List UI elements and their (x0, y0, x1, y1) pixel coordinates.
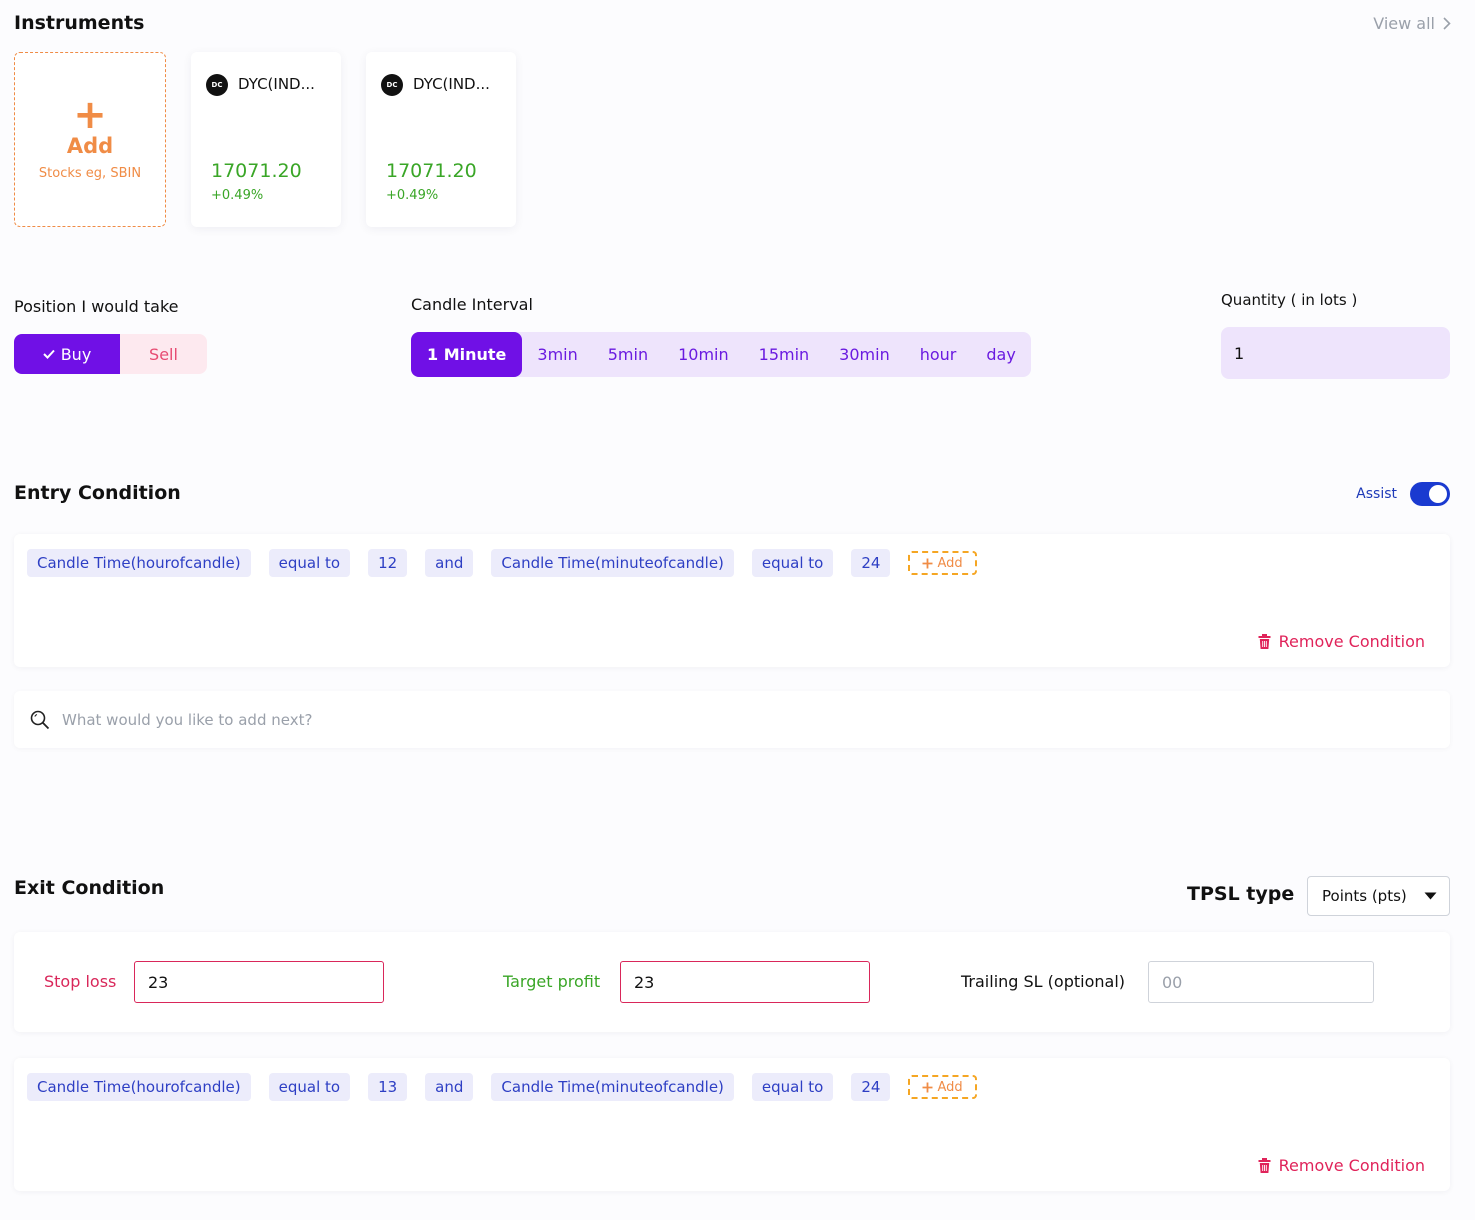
instrument-card[interactable]: DC DYC(IND... 17071.20 +0.49% (191, 52, 341, 227)
entry-condition-panel: Candle Time(hourofcandle) equal to 12 an… (14, 534, 1450, 667)
condition-chip-value[interactable]: 24 (851, 549, 891, 577)
chevron-right-icon (1443, 17, 1451, 30)
interval-1-minute[interactable]: 1 Minute (411, 332, 523, 377)
condition-chip-value[interactable]: 24 (851, 1073, 891, 1101)
condition-chip-indicator[interactable]: Candle Time(hourofcandle) (27, 549, 251, 577)
plus-icon: + (73, 92, 107, 138)
interval-day[interactable]: day (971, 332, 1030, 377)
add-instrument-hint: Stocks eg, SBIN (38, 166, 142, 181)
condition-chip-value[interactable]: 13 (368, 1073, 408, 1101)
instrument-logo-icon: DC (381, 74, 403, 96)
interval-15min[interactable]: 15min (744, 332, 825, 377)
sell-button[interactable]: Sell (120, 334, 207, 374)
condition-chip-logic[interactable]: and (425, 1073, 474, 1101)
tpsl-panel: Stop loss Target profit Trailing SL (opt… (14, 932, 1450, 1032)
instrument-logo-icon: DC (206, 74, 228, 96)
condition-chip-indicator[interactable]: Candle Time(hourofcandle) (27, 1073, 251, 1101)
view-all-link[interactable]: View all (1373, 14, 1451, 33)
condition-chip-indicator[interactable]: Candle Time(minuteofcandle) (491, 549, 734, 577)
exit-condition-chips: Candle Time(hourofcandle) equal to 13 an… (27, 1073, 977, 1101)
assist-control: Assist (1356, 482, 1450, 506)
trailing-sl-input[interactable] (1148, 961, 1374, 1003)
add-condition-button[interactable]: Add (908, 551, 977, 575)
instruments-title: Instruments (14, 12, 145, 34)
instrument-price: 17071.20 (211, 160, 302, 182)
interval-hour[interactable]: hour (905, 332, 972, 377)
trash-icon (1258, 634, 1271, 649)
condition-search-input[interactable] (62, 705, 662, 735)
trash-icon (1258, 1158, 1271, 1173)
condition-chip-operator[interactable]: equal to (268, 549, 351, 577)
stop-loss-input[interactable] (134, 961, 384, 1003)
tpsl-type-value: Points (pts) (1322, 887, 1407, 905)
add-condition-label: Add (937, 555, 963, 571)
add-condition-button[interactable]: Add (908, 1075, 977, 1099)
instrument-name: DYC(IND... (238, 75, 315, 93)
trailing-sl-label: Trailing SL (optional) (961, 972, 1126, 991)
toggle-knob (1429, 485, 1447, 503)
check-icon (42, 349, 55, 359)
instrument-change: +0.49% (211, 188, 264, 203)
exit-condition-title: Exit Condition (14, 877, 165, 899)
tpsl-type-select[interactable]: Points (pts) (1307, 876, 1450, 916)
condition-chip-operator[interactable]: equal to (268, 1073, 351, 1101)
instrument-card[interactable]: DC DYC(IND... 17071.20 +0.49% (366, 52, 516, 227)
add-instrument-label: Add (66, 134, 114, 158)
assist-label: Assist (1356, 486, 1397, 502)
interval-10min[interactable]: 10min (663, 332, 744, 377)
view-all-label: View all (1373, 14, 1435, 33)
instrument-name: DYC(IND... (413, 75, 490, 93)
condition-chip-operator[interactable]: equal to (751, 1073, 834, 1101)
target-profit-label: Target profit (503, 972, 601, 991)
instrument-change: +0.49% (386, 188, 439, 203)
tpsl-type-label: TPSL type (1187, 883, 1295, 905)
condition-chip-logic[interactable]: and (425, 549, 474, 577)
condition-chip-value[interactable]: 12 (368, 549, 408, 577)
assist-toggle[interactable] (1410, 482, 1450, 506)
interval-3min[interactable]: 3min (522, 332, 592, 377)
quantity-label: Quantity ( in lots ) (1221, 291, 1358, 309)
caret-down-icon (1424, 892, 1437, 900)
plus-icon (922, 558, 933, 568)
plus-icon (922, 1082, 933, 1092)
buy-button[interactable]: Buy (14, 334, 120, 374)
interval-5min[interactable]: 5min (593, 332, 663, 377)
interval-30min[interactable]: 30min (824, 332, 905, 377)
remove-condition-button[interactable]: Remove Condition (1258, 632, 1425, 651)
exit-condition-panel: Candle Time(hourofcandle) equal to 13 an… (14, 1058, 1450, 1191)
stop-loss-label: Stop loss (44, 972, 117, 991)
instrument-price: 17071.20 (386, 160, 477, 182)
condition-chip-operator[interactable]: equal to (751, 549, 834, 577)
condition-search-box (14, 691, 1450, 748)
candle-interval-label: Candle Interval (411, 295, 533, 314)
entry-condition-title: Entry Condition (14, 482, 181, 504)
remove-condition-label: Remove Condition (1278, 632, 1425, 651)
remove-condition-label: Remove Condition (1278, 1156, 1425, 1175)
position-toggle: Buy Sell (14, 334, 207, 374)
condition-chip-indicator[interactable]: Candle Time(minuteofcandle) (491, 1073, 734, 1101)
add-condition-label: Add (937, 1079, 963, 1095)
buy-label: Buy (60, 344, 92, 364)
entry-condition-chips: Candle Time(hourofcandle) equal to 12 an… (27, 549, 977, 577)
sell-label: Sell (149, 344, 178, 364)
add-instrument-card[interactable]: + Add Stocks eg, SBIN (14, 52, 166, 227)
target-profit-input[interactable] (620, 961, 870, 1003)
position-label: Position I would take (14, 297, 179, 316)
search-icon (30, 710, 50, 730)
remove-condition-button[interactable]: Remove Condition (1258, 1156, 1425, 1175)
candle-interval-selector: 1 Minute 3min 5min 10min 15min 30min hou… (411, 332, 1031, 377)
quantity-input[interactable] (1221, 327, 1450, 379)
